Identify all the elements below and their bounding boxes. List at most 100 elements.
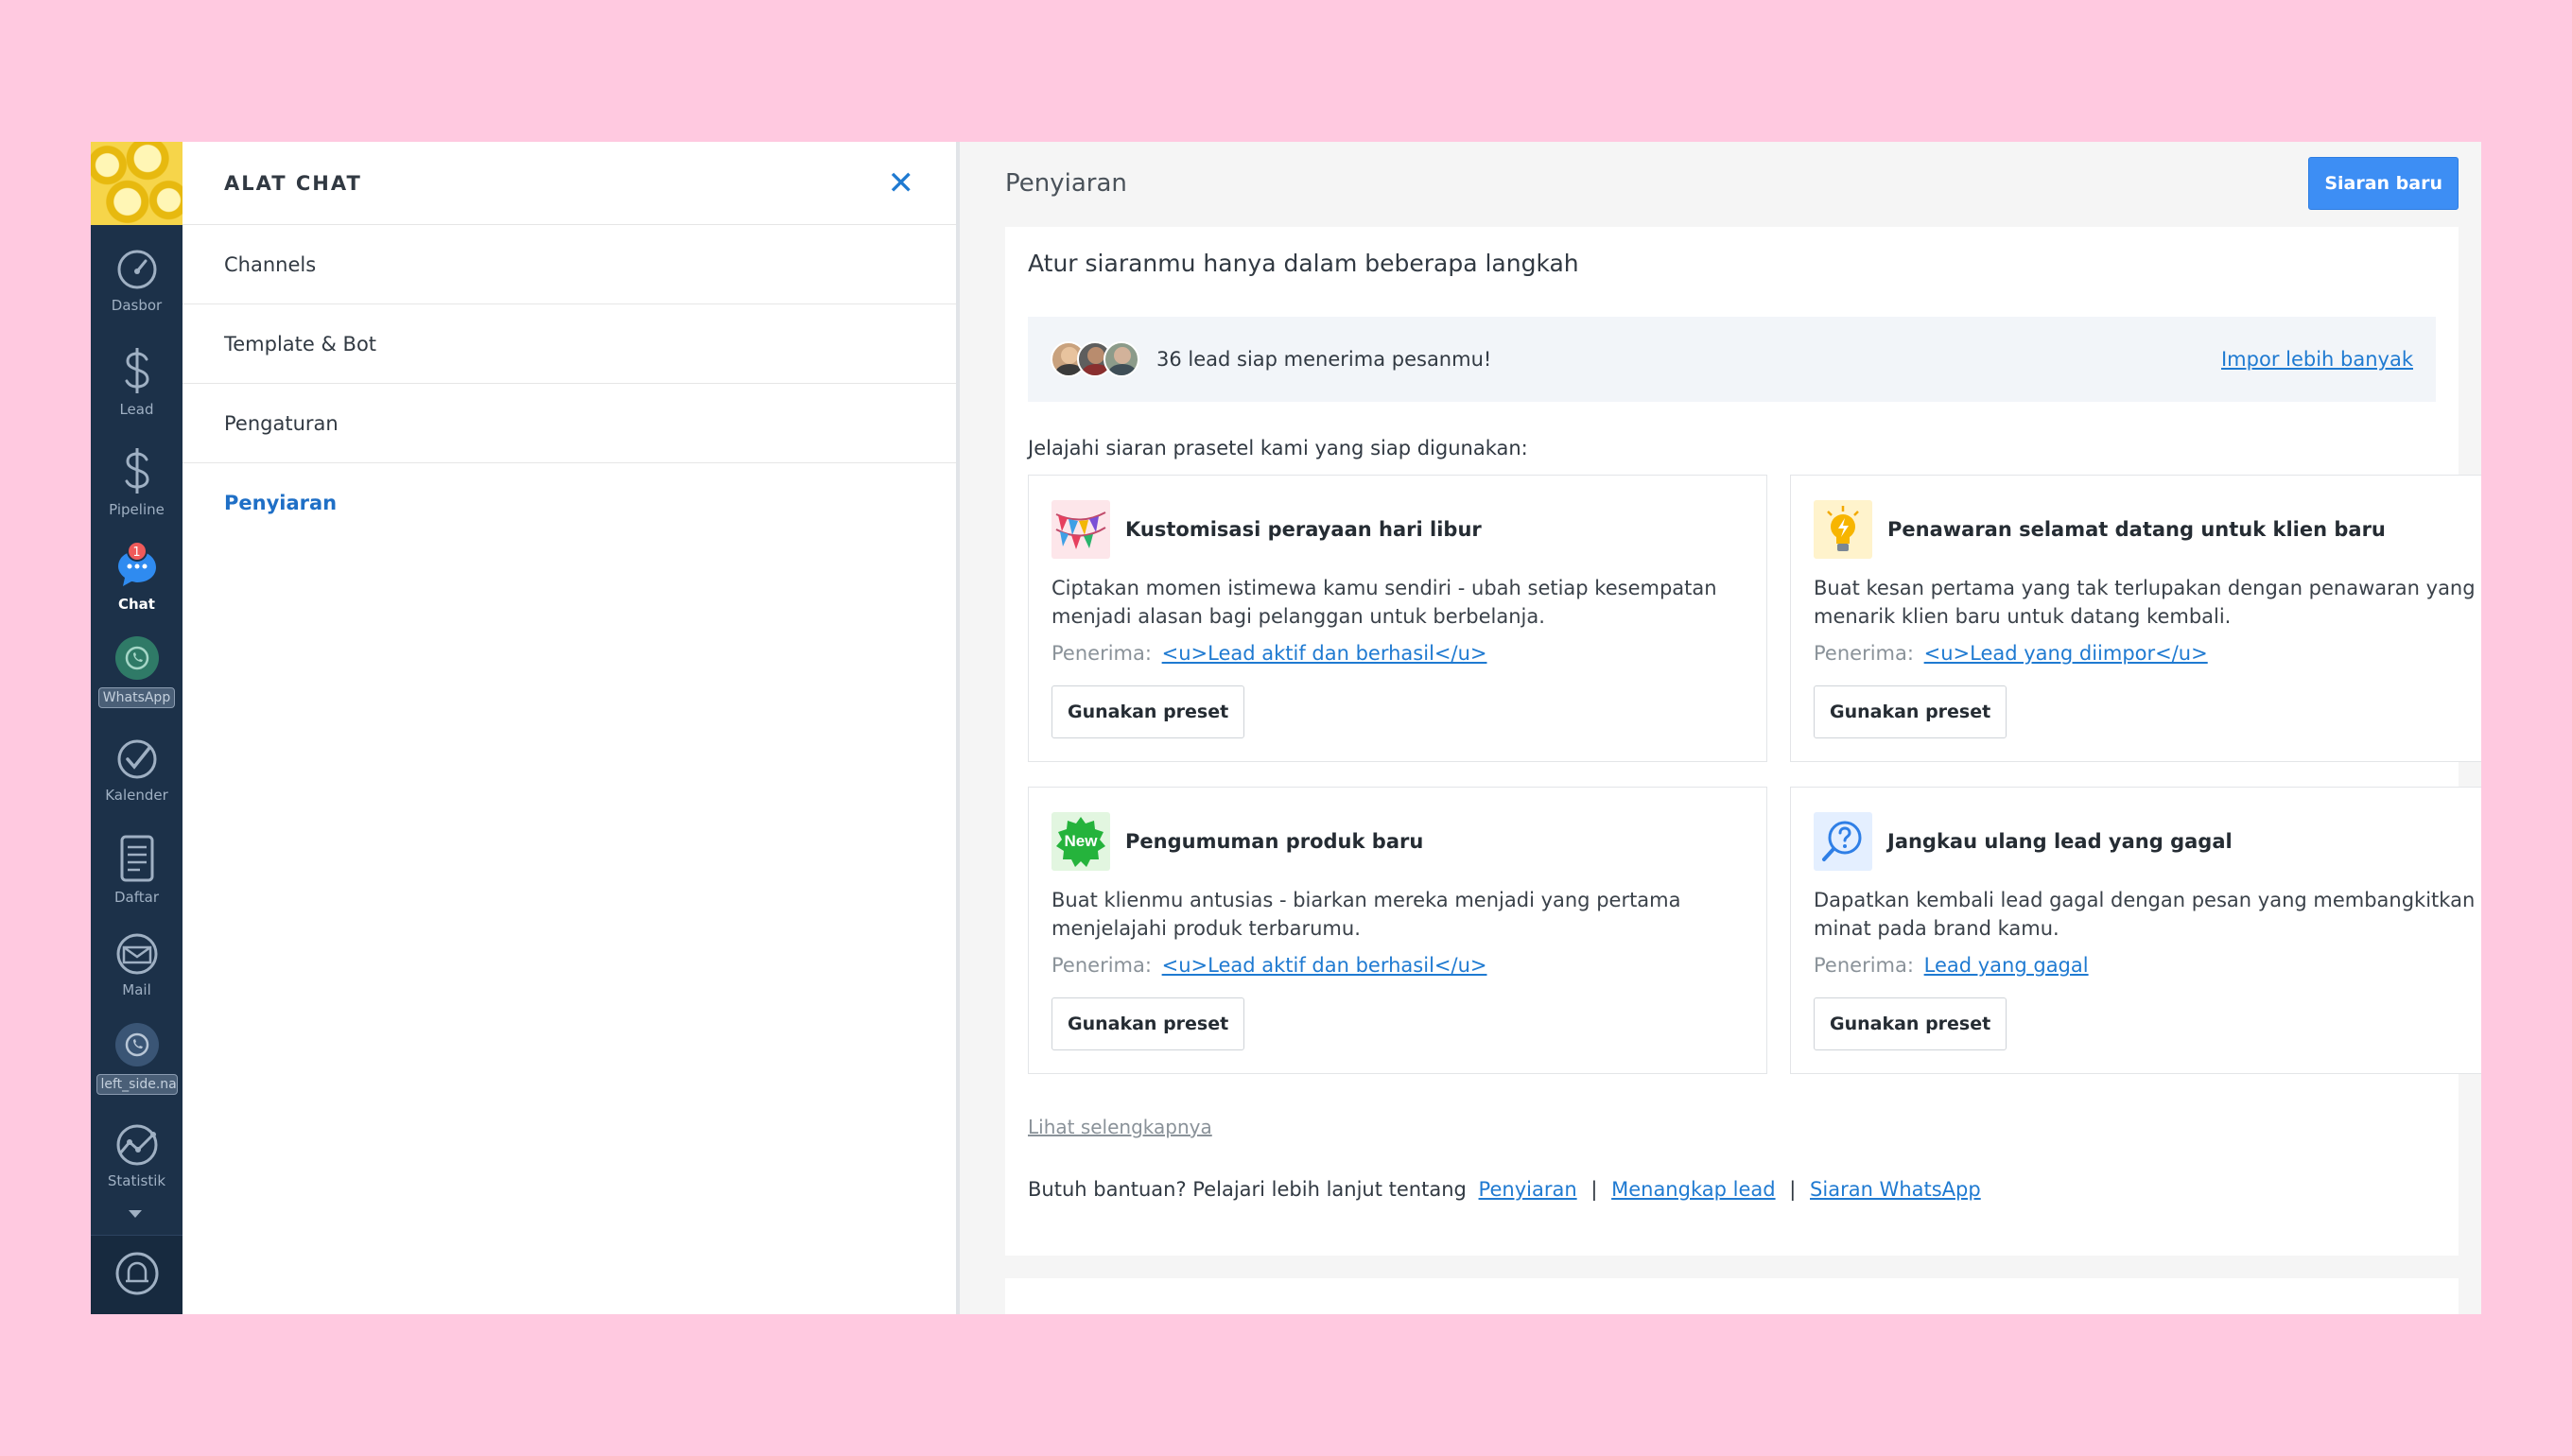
- panel-header: ALAT CHAT ✕: [182, 142, 956, 225]
- recipient-link[interactable]: <u>Lead yang diimpor</u>: [1924, 642, 2208, 665]
- nav-item-pipeline[interactable]: Pipeline: [91, 446, 182, 518]
- nav-item-daftar[interactable]: Daftar: [91, 834, 182, 906]
- dollar-icon: [125, 348, 149, 393]
- help-line: Butuh bantuan? Pelajari lebih lanjut ten…: [1028, 1178, 1981, 1201]
- preset-header: Kustomisasi perayaan hari libur: [1051, 500, 1482, 559]
- preset-header: Jangkau ulang lead yang gagal: [1814, 812, 2233, 871]
- left-nav: Dasbor Lead Pipeline 1 Chat WhatsApp Kal…: [91, 142, 182, 1314]
- panel-item-channels[interactable]: Channels: [182, 225, 956, 304]
- lead-avatars: [1051, 341, 1139, 377]
- panel-title: ALAT CHAT: [224, 171, 362, 195]
- preset-recipient: Penerima: <u>Lead aktif dan berhasil</u>: [1051, 954, 1486, 977]
- new-badge-text: New: [1064, 832, 1098, 850]
- nav-item-lead[interactable]: Lead: [91, 346, 182, 418]
- nav-label: Dasbor: [111, 297, 163, 314]
- preset-recipient: Penerima: Lead yang gagal: [1814, 954, 2089, 977]
- setup-card: Atur siaranmu hanya dalam beberapa langk…: [1005, 227, 2481, 1256]
- nav-label: WhatsApp: [97, 687, 176, 708]
- panel-item-template-bot[interactable]: Template & Bot: [182, 304, 956, 384]
- setup-card-title: Atur siaranmu hanya dalam beberapa langk…: [1028, 250, 1579, 277]
- main-header: Penyiaran Siaran baru: [964, 142, 2481, 225]
- check-circle-icon: [117, 739, 156, 779]
- nav-label: Lead: [119, 401, 154, 418]
- import-more-link[interactable]: Impor lebih banyak: [2221, 348, 2413, 371]
- use-preset-button[interactable]: Gunakan preset: [1051, 685, 1245, 738]
- preset-description: Buat kesan pertama yang tak terlupakan d…: [1814, 577, 2476, 628]
- preset-recipient: Penerima: <u>Lead aktif dan berhasil</u>: [1051, 642, 1486, 665]
- preset-card: Kustomisasi perayaan hari libur Ciptakan…: [1028, 475, 1767, 762]
- recipient-label: Penerima:: [1051, 954, 1152, 977]
- new-broadcast-button[interactable]: Siaran baru: [2308, 157, 2459, 210]
- party-flags-icon: [1051, 500, 1110, 559]
- leads-count-text: 36 lead siap menerima pesanmu!: [1156, 348, 1492, 371]
- recipient-label: Penerima:: [1814, 642, 1914, 665]
- use-preset-button[interactable]: Gunakan preset: [1814, 997, 2007, 1050]
- see-more-link[interactable]: Lihat selengkapnya: [1028, 1116, 1212, 1138]
- nav-label: Mail: [122, 981, 151, 998]
- mail-icon: [116, 933, 157, 975]
- preset-header: New Pengumuman produk baru: [1051, 812, 1423, 871]
- nav-item-statistik[interactable]: Statistik: [91, 1123, 182, 1189]
- recipient-link[interactable]: <u>Lead aktif dan berhasil</u>: [1162, 642, 1487, 665]
- use-preset-button[interactable]: Gunakan preset: [1814, 685, 2007, 738]
- chat-tools-panel: ALAT CHAT ✕ Channels Template & Bot Peng…: [182, 142, 960, 1314]
- nav-more-arrow-icon[interactable]: [129, 1210, 142, 1218]
- nav-item-mail[interactable]: Mail: [91, 932, 182, 998]
- nav-label: left_side.na: [96, 1074, 178, 1095]
- whatsapp-icon: [114, 1023, 159, 1066]
- search-question-icon: [1814, 812, 1872, 871]
- help-separator: |: [1789, 1178, 1797, 1201]
- next-section-card: [1005, 1278, 2459, 1314]
- close-icon[interactable]: ✕: [888, 167, 915, 199]
- nav-label: Chat: [118, 596, 155, 613]
- help-text: Butuh bantuan? Pelajari lebih lanjut ten…: [1028, 1178, 1467, 1201]
- nav-label: Pipeline: [109, 501, 165, 518]
- nav-item-kalender[interactable]: Kalender: [91, 737, 182, 804]
- new-badge-icon: New: [1051, 812, 1110, 871]
- explore-presets-text: Jelajahi siaran prasetel kami yang siap …: [1028, 437, 1528, 459]
- preset-recipient: Penerima: <u>Lead yang diimpor</u>: [1814, 642, 2208, 665]
- help-separator: |: [1590, 1178, 1598, 1201]
- chat-icon: 1: [115, 541, 159, 590]
- preset-title: Penawaran selamat datang untuk klien bar…: [1887, 518, 2386, 541]
- main-content: Penyiaran Siaran baru Atur siaranmu hany…: [964, 142, 2481, 1314]
- nav-item-whatsapp-2[interactable]: left_side.na: [91, 1023, 182, 1099]
- preset-title: Jangkau ulang lead yang gagal: [1887, 830, 2233, 853]
- preset-header: Penawaran selamat datang untuk klien bar…: [1814, 500, 2386, 559]
- dollar-icon: [125, 448, 149, 494]
- panel-item-pengaturan[interactable]: Pengaturan: [182, 384, 956, 463]
- nav-label: Kalender: [105, 787, 168, 804]
- preset-card: Jangkau ulang lead yang gagal Dapatkan k…: [1790, 787, 2481, 1074]
- panel-item-penyiaran[interactable]: Penyiaran: [182, 463, 956, 543]
- bell-icon: [115, 1252, 158, 1295]
- preset-description: Buat klienmu antusias - biarkan mereka m…: [1051, 889, 1681, 940]
- preset-card: Penawaran selamat datang untuk klien bar…: [1790, 475, 2481, 762]
- help-link-menangkap-lead[interactable]: Menangkap lead: [1611, 1178, 1775, 1201]
- nav-label: Statistik: [107, 1172, 166, 1189]
- nav-notifications[interactable]: [91, 1235, 182, 1314]
- help-link-penyiaran[interactable]: Penyiaran: [1479, 1178, 1577, 1201]
- preset-title: Pengumuman produk baru: [1125, 830, 1424, 853]
- nav-label: Daftar: [114, 889, 159, 906]
- account-logo[interactable]: [91, 142, 182, 225]
- nav-item-dasbor[interactable]: Dasbor: [91, 248, 182, 314]
- leads-bar: 36 lead siap menerima pesanmu! Impor leb…: [1028, 317, 2436, 402]
- avatar: [1104, 341, 1139, 377]
- nav-item-chat[interactable]: 1 Chat: [91, 541, 182, 613]
- preset-description: Ciptakan momen istimewa kamu sendiri - u…: [1051, 577, 1717, 628]
- recipient-label: Penerima:: [1051, 642, 1152, 665]
- preset-title: Kustomisasi perayaan hari libur: [1125, 518, 1482, 541]
- nav-item-whatsapp[interactable]: WhatsApp: [91, 636, 182, 712]
- use-preset-button[interactable]: Gunakan preset: [1051, 997, 1245, 1050]
- list-icon: [120, 835, 153, 882]
- preset-description: Dapatkan kembali lead gagal dengan pesan…: [1814, 889, 2476, 940]
- recipient-link[interactable]: <u>Lead aktif dan berhasil</u>: [1162, 954, 1487, 977]
- page-title: Penyiaran: [1005, 169, 1127, 198]
- chart-icon: [116, 1124, 157, 1166]
- help-link-siaran-whatsapp[interactable]: Siaran WhatsApp: [1810, 1178, 1981, 1201]
- recipient-label: Penerima:: [1814, 954, 1914, 977]
- speedometer-icon: [117, 250, 156, 289]
- lightbulb-icon: [1814, 500, 1872, 559]
- recipient-link[interactable]: Lead yang gagal: [1924, 954, 2089, 977]
- whatsapp-icon: [114, 636, 159, 680]
